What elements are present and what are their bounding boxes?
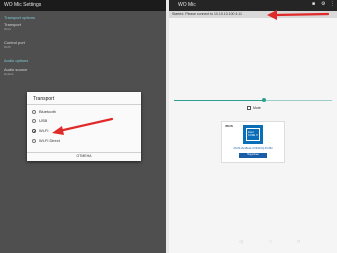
dialog-divider <box>27 104 141 105</box>
option-usb-label: USB <box>39 118 48 123</box>
mute-checkbox[interactable]: Mute <box>247 106 267 111</box>
settings-screen: WO Mic Settings Transport options Transp… <box>0 0 166 253</box>
radio-bluetooth[interactable] <box>32 110 36 114</box>
option-wifi-direct[interactable]: Wi-Fi Direct <box>32 138 132 146</box>
transport-dialog: Transport Bluetooth USB Wi-Fi Wi-Fi Dire… <box>27 92 141 161</box>
advertisement-banner[interactable]: /ISUS intel CORE i7 ASUS ZenBook UX310UQ… <box>221 121 285 163</box>
settings-gear-icon[interactable]: ⚙ <box>321 1 325 7</box>
option-wifi[interactable]: Wi-Fi <box>32 128 132 136</box>
settings-title-bar: WO Mic Settings <box>0 0 166 11</box>
option-usb[interactable]: USB <box>32 118 132 126</box>
ad-more-button[interactable]: Подробнее <box>239 153 267 158</box>
cancel-button[interactable]: ОТМЕНА <box>27 154 141 158</box>
option-bluetooth[interactable]: Bluetooth <box>32 109 132 117</box>
ad-brand-logo: /ISUS <box>225 124 233 128</box>
volume-slider-handle[interactable] <box>262 98 266 102</box>
dialog-title: Transport <box>33 96 55 102</box>
screenshot: WO Mic Settings Transport options Transp… <box>0 0 337 253</box>
intel-core-badge: intel CORE i7 <box>243 125 263 144</box>
main-title-bar: WO Mic ■ ⚙ ⋮ <box>169 0 337 11</box>
play-icon[interactable]: ■ <box>312 1 315 7</box>
option-bluetooth-label: Bluetooth <box>39 109 56 114</box>
overflow-menu-icon[interactable]: ⋮ <box>330 1 335 7</box>
option-wifi-direct-label: Wi-Fi Direct <box>39 138 60 143</box>
setting-audio-source-value: Default <box>4 72 14 76</box>
setting-transport-value: Wi-Fi <box>4 27 11 31</box>
mute-label: Mute <box>253 106 261 110</box>
nav-back-icon[interactable]: ◁ <box>239 239 243 245</box>
volume-slider-fill <box>174 100 264 101</box>
radio-wifi-selected[interactable] <box>32 129 36 133</box>
dialog-button-divider <box>27 152 141 153</box>
nav-home-icon[interactable]: ○ <box>269 239 272 245</box>
main-title: WO Mic <box>178 2 196 8</box>
status-bar: Started. Please connect to 10.10.10.100 … <box>169 11 337 18</box>
status-text: Started. Please connect to 10.10.10.100 … <box>172 12 242 16</box>
chip-line: CORE i7 <box>248 134 258 137</box>
setting-control-port-value: 8125 <box>4 45 11 49</box>
radio-wifi-direct[interactable] <box>32 139 36 143</box>
nav-recents-icon[interactable]: □ <box>297 239 300 245</box>
section-header-transport: Transport options <box>4 15 35 20</box>
mute-checkbox-box[interactable] <box>247 106 251 110</box>
main-screen: WO Mic ■ ⚙ ⋮ Started. Please connect to … <box>169 0 337 253</box>
section-header-audio: Audio options <box>4 58 29 63</box>
settings-title: WO Mic Settings <box>4 2 42 8</box>
ad-more-button-label: Подробнее <box>247 154 259 156</box>
radio-usb[interactable] <box>32 119 36 123</box>
ad-headline: ASUS ZenBook UX310UQ-FC352 <box>233 147 273 150</box>
option-wifi-label: Wi-Fi <box>39 128 49 133</box>
